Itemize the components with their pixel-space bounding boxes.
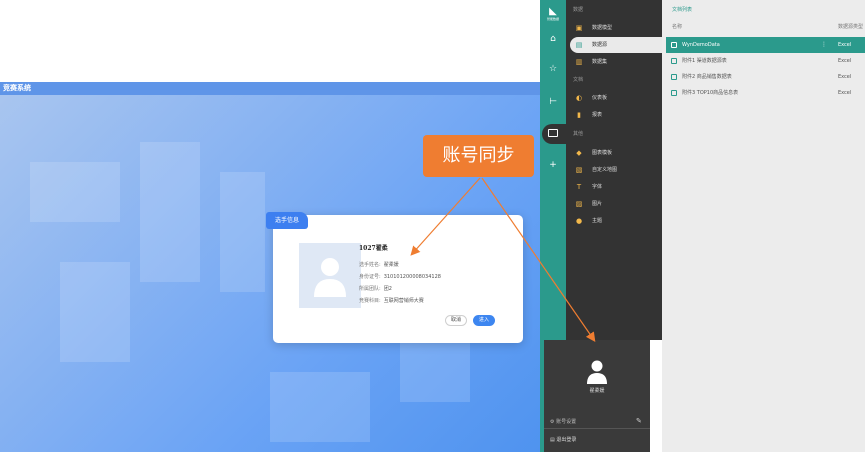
callout-label: 账号同步 xyxy=(423,135,534,177)
arrow-to-card xyxy=(410,177,481,256)
annotation-arrows xyxy=(410,177,596,342)
arrow-to-user xyxy=(481,177,596,342)
